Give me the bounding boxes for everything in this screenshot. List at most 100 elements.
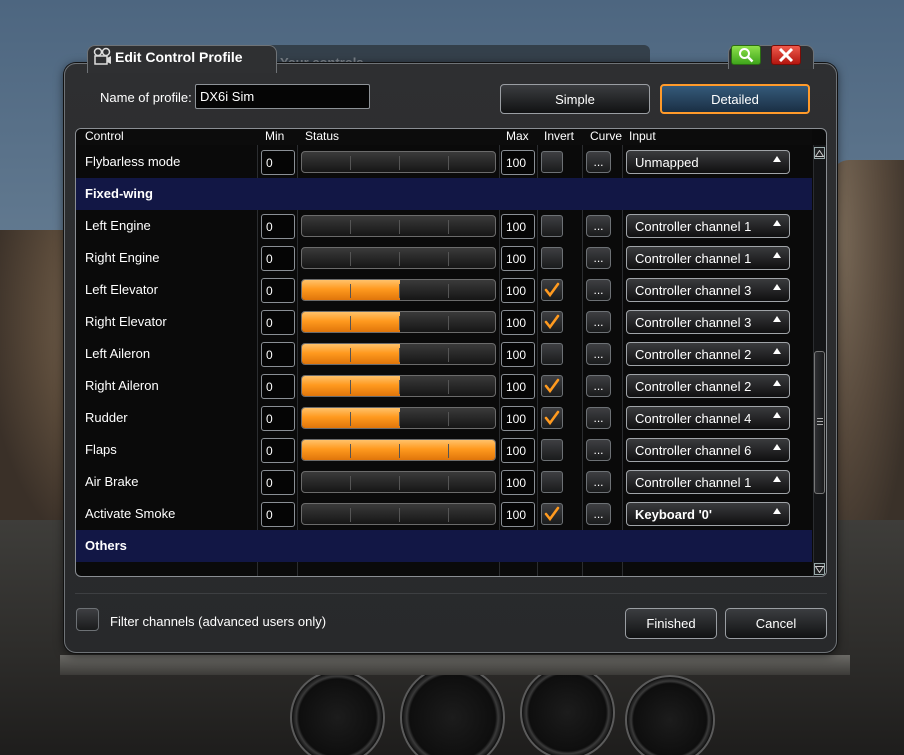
min-input[interactable]: 0 [261,310,295,335]
invert-checkbox[interactable] [541,471,563,493]
max-input[interactable]: 100 [501,470,535,495]
max-input[interactable]: 100 [501,246,535,271]
min-input[interactable]: 0 [261,278,295,303]
input-select-value: Controller channel 3 [635,315,752,330]
input-select[interactable]: Controller channel 1 [626,470,790,494]
profile-name-input[interactable]: DX6i Sim [195,84,370,109]
filter-channels-label: Filter channels (advanced users only) [110,614,327,629]
status-fill [302,344,400,364]
min-input[interactable]: 0 [261,246,295,271]
curve-button[interactable]: ... [586,439,611,461]
input-select[interactable]: Controller channel 3 [626,310,790,334]
invert-checkbox[interactable] [541,503,563,525]
scroll-thumb[interactable] [814,351,825,494]
checkmark-icon [544,410,560,426]
input-select-value: Controller channel 2 [635,379,752,394]
control-row: Rudder 0 100... Controller channel 4 [76,402,812,434]
scroll-up-button[interactable] [814,147,825,159]
control-name: Left Elevator [85,282,158,297]
invert-checkbox[interactable] [541,407,563,429]
max-input[interactable]: 100 [501,342,535,367]
curve-button[interactable]: ... [586,215,611,237]
invert-checkbox[interactable] [541,375,563,397]
control-name: Flaps [85,442,117,457]
section-header-row: Others [76,530,812,562]
control-name: Left Aileron [85,346,151,361]
min-input[interactable]: 0 [261,342,295,367]
status-bar [301,215,496,237]
control-row: Activate Smoke 0 100... Keyboard '0' [76,498,812,530]
max-input[interactable]: 100 [501,374,535,399]
finished-button[interactable]: Finished [625,608,717,639]
curve-button[interactable]: ... [586,151,611,173]
curve-button[interactable]: ... [586,471,611,493]
section-label: Others [85,538,127,553]
input-select[interactable]: Controller channel 1 [626,214,790,238]
curve-button[interactable]: ... [586,407,611,429]
status-tick [350,380,351,394]
input-select[interactable]: Controller channel 2 [626,374,790,398]
min-input[interactable]: 0 [261,470,295,495]
cancel-button[interactable]: Cancel [725,608,827,639]
max-input[interactable]: 100 [501,406,535,431]
input-select-value: Controller channel 3 [635,283,752,298]
min-input[interactable]: 0 [261,502,295,527]
search-button[interactable] [731,45,761,65]
input-select[interactable]: Controller channel 1 [626,246,790,270]
max-input[interactable]: 100 [501,502,535,527]
max-input[interactable]: 100 [501,150,535,175]
input-select[interactable]: Controller channel 3 [626,278,790,302]
min-input[interactable]: 0 [261,406,295,431]
curve-button[interactable]: ... [586,375,611,397]
status-tick [399,476,400,490]
invert-checkbox[interactable] [541,279,563,301]
status-fill [302,312,400,332]
input-select[interactable]: Keyboard '0' [626,502,790,526]
detailed-mode-button[interactable]: Detailed [660,84,810,114]
checkmark-icon [544,378,560,394]
max-input[interactable]: 100 [501,214,535,239]
curve-button[interactable]: ... [586,343,611,365]
triangle-up-icon [815,149,824,157]
invert-checkbox[interactable] [541,311,563,333]
curve-button[interactable]: ... [586,279,611,301]
curve-button[interactable]: ... [586,503,611,525]
status-bar [301,375,496,397]
checkmark-icon [544,314,560,330]
triangle-up-icon [773,284,781,290]
curve-button[interactable]: ... [586,247,611,269]
invert-checkbox[interactable] [541,215,563,237]
close-button[interactable] [771,45,801,65]
triangle-up-icon [773,316,781,322]
control-name: Left Engine [85,218,151,233]
status-tick [448,444,449,458]
max-input[interactable]: 100 [501,278,535,303]
min-input[interactable]: 0 [261,214,295,239]
scroll-down-button[interactable] [814,563,825,575]
triangle-up-icon [773,252,781,258]
curve-button[interactable]: ... [586,311,611,333]
max-input[interactable]: 100 [501,310,535,335]
min-input[interactable]: 0 [261,374,295,399]
input-select[interactable]: Unmapped [626,150,790,174]
table-header: Control Min Status Max Invert Curve Inpu… [76,129,812,145]
invert-checkbox[interactable] [541,343,563,365]
min-input[interactable]: 0 [261,438,295,463]
column-header-invert: Invert [544,129,575,143]
input-select[interactable]: Controller channel 6 [626,438,790,462]
control-row: Left Engine 0 100... Controller channel 1 [76,210,812,242]
input-select[interactable]: Controller channel 4 [626,406,790,430]
min-input[interactable]: 0 [261,150,295,175]
simple-mode-button[interactable]: Simple [500,84,650,114]
filter-channels-checkbox[interactable] [76,608,99,631]
max-input[interactable]: 100 [501,438,535,463]
background-panel-edge [60,655,850,675]
input-select[interactable]: Controller channel 2 [626,342,790,366]
control-row: Left Aileron 0 100... Controller channel 2 [76,338,812,370]
invert-checkbox[interactable] [541,247,563,269]
control-name: Rudder [85,410,128,425]
input-select-value: Controller channel 1 [635,475,752,490]
invert-checkbox[interactable] [541,151,563,173]
invert-checkbox[interactable] [541,439,563,461]
status-tick [399,316,400,330]
